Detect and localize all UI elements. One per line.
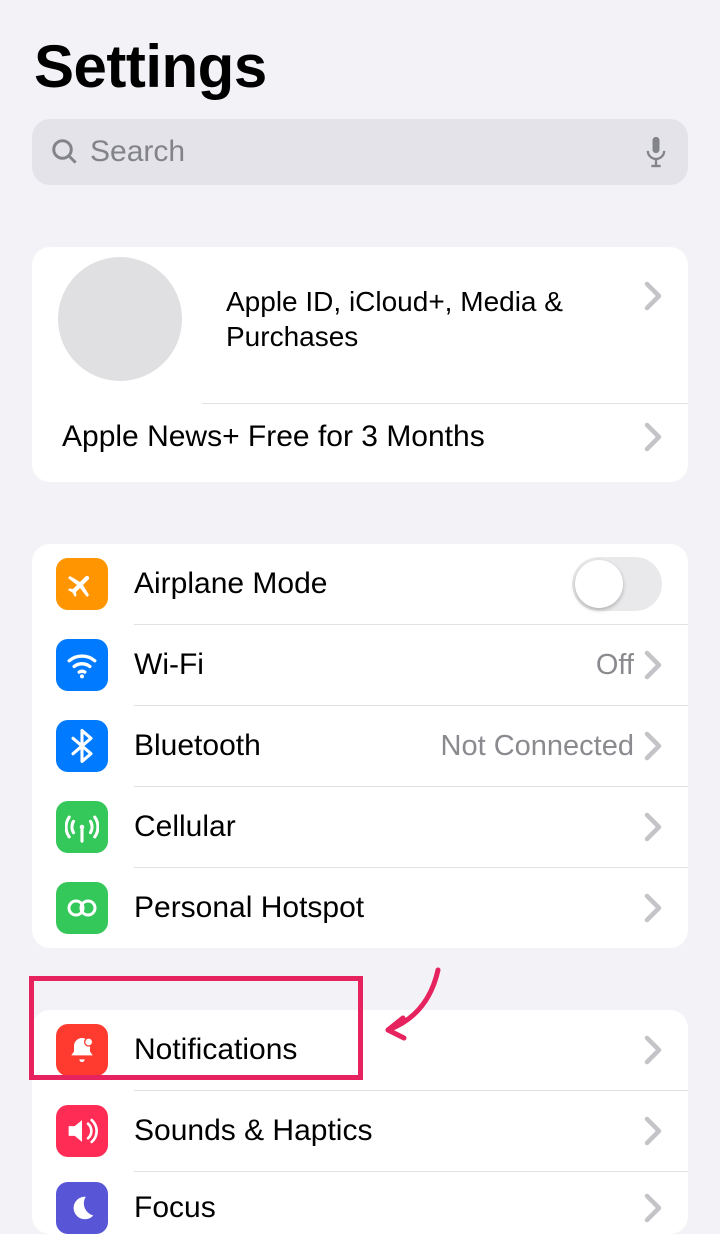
account-group: Apple ID, iCloud+, Media & Purchases App… [32, 247, 688, 482]
avatar [58, 257, 182, 381]
search-placeholder: Search [90, 135, 642, 169]
hotspot-icon [56, 882, 108, 934]
page-title: Settings [34, 32, 720, 101]
chevron-right-icon [644, 893, 662, 923]
apple-id-row[interactable]: Apple ID, iCloud+, Media & Purchases [32, 247, 688, 403]
sounds-label: Sounds & Haptics [134, 1114, 644, 1148]
network-group: Airplane Mode Wi-Fi Off Bluetooth Not Co… [32, 544, 688, 948]
search-input[interactable]: Search [32, 119, 688, 185]
airplane-mode-label: Airplane Mode [134, 567, 572, 601]
airplane-mode-row[interactable]: Airplane Mode [32, 544, 688, 624]
hotspot-label: Personal Hotspot [134, 891, 644, 925]
focus-label: Focus [134, 1191, 644, 1225]
chevron-right-icon [644, 731, 662, 761]
microphone-icon[interactable] [642, 135, 670, 169]
airplane-icon [56, 558, 108, 610]
notifications-row[interactable]: Notifications [32, 1010, 688, 1090]
personal-hotspot-row[interactable]: Personal Hotspot [32, 868, 688, 948]
wifi-value: Off [596, 649, 634, 682]
system-group: Notifications Sounds & Haptics Focus [32, 1010, 688, 1234]
chevron-right-icon [644, 422, 662, 452]
chevron-right-icon [644, 1116, 662, 1146]
airplane-mode-toggle[interactable] [572, 557, 662, 611]
apple-news-promo-row[interactable]: Apple News+ Free for 3 Months [32, 404, 688, 482]
cellular-row[interactable]: Cellular [32, 787, 688, 867]
sounds-icon [56, 1105, 108, 1157]
chevron-right-icon [644, 650, 662, 680]
sounds-haptics-row[interactable]: Sounds & Haptics [32, 1091, 688, 1171]
wifi-row[interactable]: Wi-Fi Off [32, 625, 688, 705]
wifi-icon [56, 639, 108, 691]
cellular-label: Cellular [134, 810, 644, 844]
apple-id-subtitle: Apple ID, iCloud+, Media & Purchases [226, 284, 644, 354]
chevron-right-icon [644, 1035, 662, 1065]
bluetooth-icon [56, 720, 108, 772]
notifications-label: Notifications [134, 1033, 644, 1067]
chevron-right-icon [644, 281, 662, 311]
promo-label: Apple News+ Free for 3 Months [62, 420, 644, 454]
chevron-right-icon [644, 812, 662, 842]
focus-icon [56, 1182, 108, 1234]
search-icon [50, 137, 80, 167]
wifi-label: Wi-Fi [134, 648, 596, 682]
bluetooth-value: Not Connected [441, 730, 634, 763]
notifications-icon [56, 1024, 108, 1076]
focus-row[interactable]: Focus [32, 1172, 688, 1234]
bluetooth-label: Bluetooth [134, 729, 441, 763]
chevron-right-icon [644, 1193, 662, 1223]
cellular-icon [56, 801, 108, 853]
bluetooth-row[interactable]: Bluetooth Not Connected [32, 706, 688, 786]
